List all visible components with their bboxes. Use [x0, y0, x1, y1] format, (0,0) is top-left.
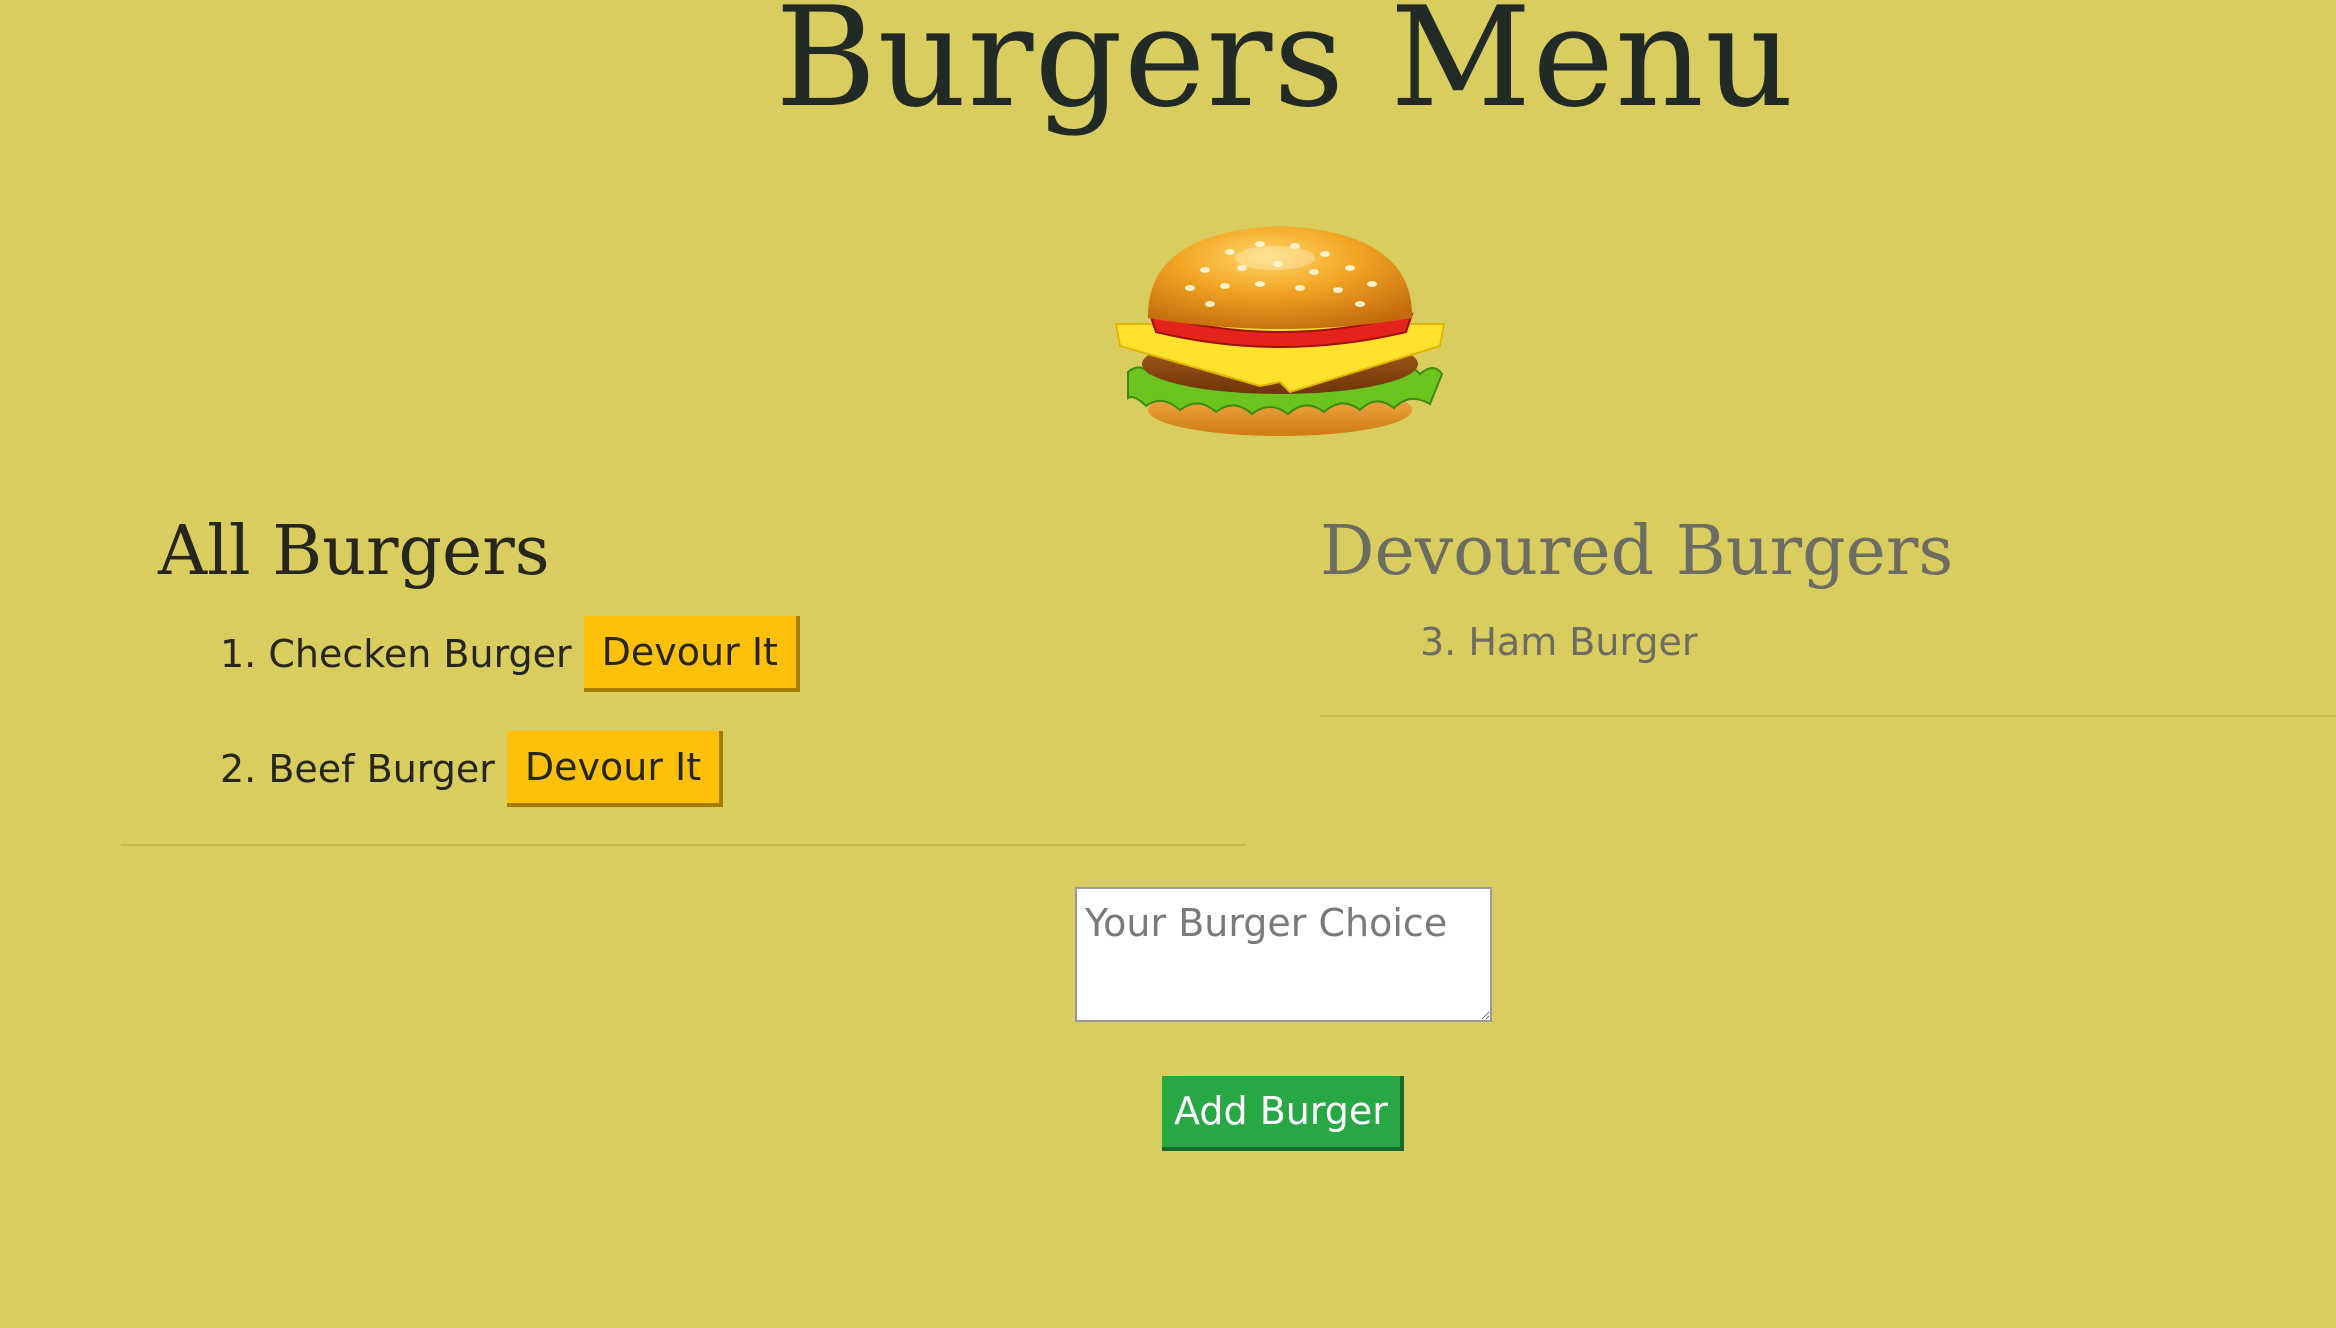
all-burgers-heading: All Burgers: [158, 512, 550, 591]
devour-button[interactable]: Devour It: [583, 616, 800, 692]
burger-name: 2. Beef Burger: [220, 747, 495, 791]
add-burger-button[interactable]: Add Burger: [1162, 1076, 1404, 1151]
devour-button[interactable]: Devour It: [506, 731, 724, 807]
burger-icon: [1114, 226, 1446, 436]
devoured-burger-item: 3. Ham Burger: [1420, 620, 1698, 664]
devoured-burgers-heading: Devoured Burgers: [1320, 512, 1954, 591]
page-title: Burgers Menu: [775, 0, 1795, 138]
list-item: 1. Checken Burger Devour It: [220, 616, 800, 692]
divider: [1320, 715, 2336, 717]
burger-name: 1. Checken Burger: [220, 632, 572, 676]
list-item: 2. Beef Burger Devour It: [220, 731, 724, 807]
burger-choice-input[interactable]: [1075, 887, 1492, 1022]
divider: [121, 844, 1246, 846]
